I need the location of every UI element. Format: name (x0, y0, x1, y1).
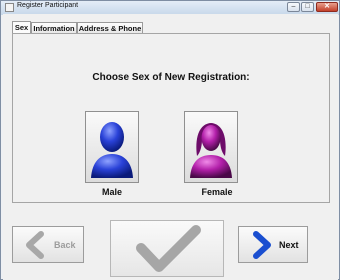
back-label: Back (54, 240, 76, 250)
female-user-icon (190, 123, 232, 178)
checkmark-icon (136, 225, 201, 272)
register-participant-window: Register Participant – □ ✕ Sex Informati… (0, 0, 340, 280)
next-arrow-icon (253, 231, 271, 259)
close-button[interactable]: ✕ (316, 2, 338, 12)
app-icon (5, 3, 14, 12)
next-label: Next (279, 240, 299, 250)
male-label: Male (101, 187, 122, 197)
page-heading: Choose Sex of New Registration: (92, 72, 250, 83)
maximize-button[interactable]: □ (301, 2, 314, 12)
back-button[interactable]: Back (12, 226, 84, 263)
male-button[interactable] (85, 111, 139, 183)
male-user-icon (91, 122, 133, 178)
client-area: Sex Information Address & Phone Choose S… (3, 14, 338, 280)
sex-tab-panel: Choose Sex of New Registration: Male Fem… (12, 33, 330, 203)
female-button[interactable] (184, 111, 238, 183)
back-arrow-icon (26, 231, 44, 259)
female-label: Female (201, 187, 233, 197)
next-button[interactable]: Next (238, 226, 308, 263)
window-title: Register Participant (17, 2, 79, 9)
title-bar[interactable]: Register Participant – □ ✕ (1, 1, 339, 14)
minimize-button[interactable]: – (287, 2, 300, 12)
confirm-button[interactable] (110, 220, 224, 277)
